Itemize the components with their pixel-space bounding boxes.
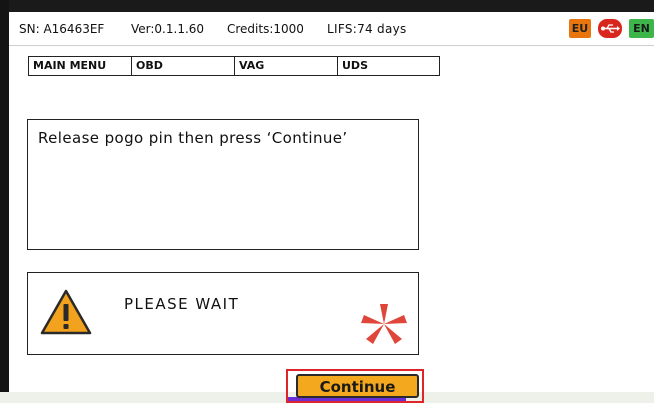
firmware-version: Ver:0.1.1.60 <box>131 22 205 36</box>
message-box: Release pogo pin then press ‘Continue’ <box>27 119 419 250</box>
status-bar: SN: A16463EF Ver:0.1.1.60 Credits:1000 L… <box>9 12 654 46</box>
credits-count: Credits:1000 <box>227 22 304 36</box>
breadcrumb: MAIN MENU OBD VAG UDS <box>28 56 440 76</box>
usb-glyph <box>601 24 620 33</box>
usb-icon <box>598 19 622 38</box>
breadcrumb-obd[interactable]: OBD <box>132 57 235 75</box>
breadcrumb-uds[interactable]: UDS <box>338 57 439 75</box>
language-en-badge[interactable]: EN <box>629 19 654 38</box>
lifs-remaining: LIFS:74 days <box>327 22 407 36</box>
breadcrumb-vag[interactable]: VAG <box>235 57 338 75</box>
screen-bezel-left <box>0 0 9 392</box>
warning-triangle-icon <box>40 289 92 335</box>
instruction-message: Release pogo pin then press ‘Continue’ <box>38 129 348 147</box>
spinner-icon <box>361 304 407 344</box>
serial-number: SN: A16463EF <box>19 22 105 36</box>
continue-highlight <box>286 369 424 403</box>
please-wait-text: PLEASE WAIT <box>124 295 240 313</box>
breadcrumb-main-menu[interactable]: MAIN MENU <box>29 57 132 75</box>
screen-bezel-top <box>0 0 654 12</box>
region-eu-badge[interactable]: EU <box>569 19 591 38</box>
wait-panel: PLEASE WAIT <box>27 272 419 355</box>
